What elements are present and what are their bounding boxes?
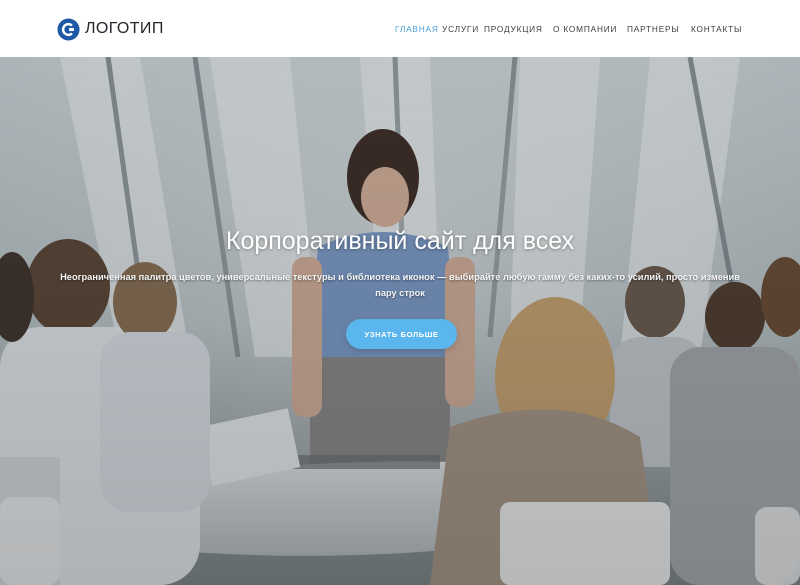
main-nav: ГЛАВНАЯ УСЛУГИ ПРОДУКЦИЯ О КОМПАНИИ ПАРТ…	[0, 23, 800, 35]
hero-title: Корпоративный сайт для всех	[225, 227, 575, 255]
nav-item-services[interactable]: УСЛУГИ	[442, 23, 479, 35]
learn-more-button[interactable]: УЗНАТЬ БОЛЬШЕ	[346, 319, 457, 349]
hero-section: Корпоративный сайт для всех Неограниченн…	[0, 57, 800, 585]
nav-item-home[interactable]: ГЛАВНАЯ	[395, 23, 439, 35]
hero-subtitle: Неограниченная палитра цветов, универсал…	[60, 272, 740, 298]
nav-item-products[interactable]: ПРОДУКЦИЯ	[484, 23, 543, 35]
nav-item-partners[interactable]: ПАРТНЕРЫ	[627, 23, 680, 35]
nav-item-contacts[interactable]: КОНТАКТЫ	[691, 23, 742, 35]
nav-item-about[interactable]: О КОМПАНИИ	[553, 23, 617, 35]
site-header: ЛОГОТИП ГЛАВНАЯ УСЛУГИ ПРОДУКЦИЯ О КОМПА…	[0, 0, 800, 57]
